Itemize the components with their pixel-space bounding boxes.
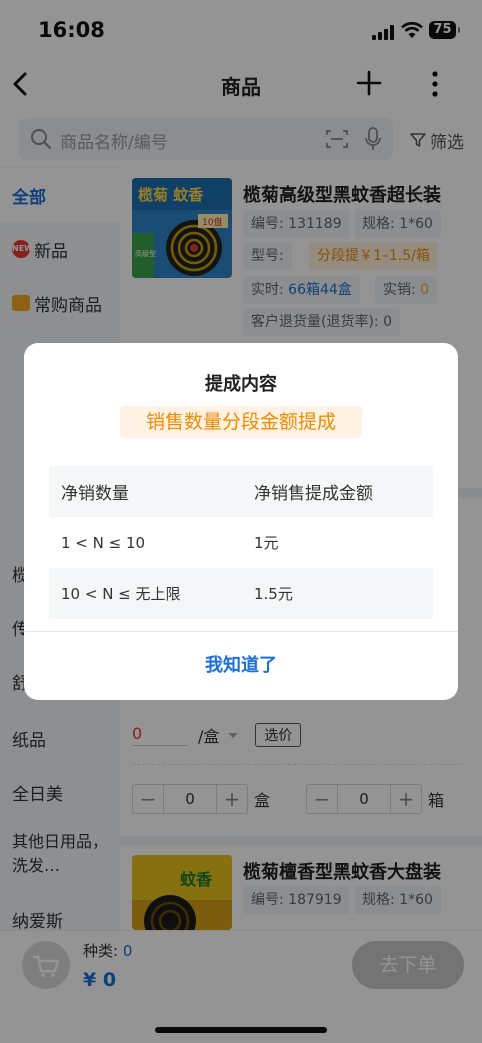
table-cell: 1 < N ≤ 10 — [61, 533, 146, 552]
header-net-qty: 净销数量 — [61, 484, 129, 504]
table-row: 10 < N ≤ 无上限 1.5元 — [49, 568, 433, 619]
modal-title: 提成内容 — [205, 374, 277, 395]
commission-table: 净销数量 净销售提成金额 1 < N ≤ 10 1元 10 < N ≤ 无上限 … — [49, 466, 433, 619]
commission-type-badge: 销售数量分段金额提成 — [120, 406, 362, 438]
got-it-button[interactable]: 我知道了 — [24, 632, 458, 700]
table-row: 1 < N ≤ 10 1元 — [49, 517, 433, 568]
commission-modal: 提成内容 销售数量分段金额提成 净销数量 净销售提成金额 1 < N ≤ 10 … — [24, 343, 458, 700]
header-commission: 净销售提成金额 — [254, 484, 373, 504]
table-cell: 1元 — [254, 534, 279, 552]
table-header: 净销数量 净销售提成金额 — [49, 466, 433, 517]
table-cell: 10 < N ≤ 无上限 — [61, 585, 181, 603]
table-cell: 1.5元 — [254, 585, 293, 603]
